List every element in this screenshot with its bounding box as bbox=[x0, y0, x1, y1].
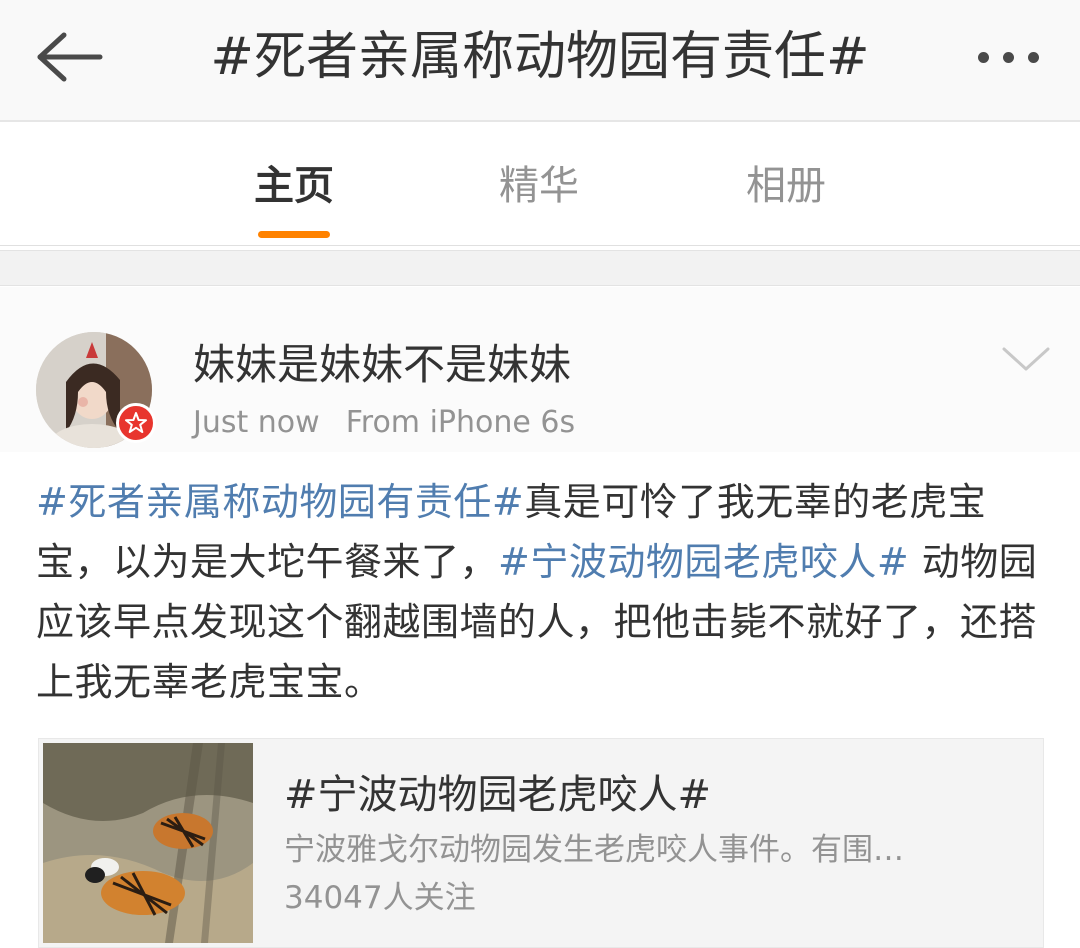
more-dots-icon bbox=[1003, 52, 1014, 63]
tab-album[interactable]: 相册 bbox=[706, 156, 866, 216]
topic-title: #宁波动物园老虎咬人# bbox=[284, 772, 712, 818]
chevron-down-icon bbox=[1002, 347, 1050, 371]
more-button[interactable] bbox=[970, 30, 1050, 84]
more-dots-icon bbox=[978, 52, 989, 63]
page-title: #死者亲属称动物园有责任# bbox=[210, 27, 870, 87]
post-body: #死者亲属称动物园有责任#真是可怜了我无辜的老虎宝宝，以为是大坨午餐来了，#宁波… bbox=[36, 472, 1046, 712]
back-arrow-icon bbox=[37, 32, 103, 82]
topic-followers: 34047人关注 bbox=[284, 880, 476, 916]
topic-thumbnail bbox=[43, 743, 253, 943]
top-bar: #死者亲属称动物园有责任# bbox=[0, 0, 1080, 122]
back-button[interactable] bbox=[30, 25, 110, 89]
username[interactable]: 妹妹是妹妹不是妹妹 bbox=[193, 335, 571, 395]
post-source: From iPhone 6s bbox=[345, 405, 576, 440]
tab-bar: 主页 精华 相册 bbox=[0, 124, 1080, 246]
post-time: Just now bbox=[193, 405, 320, 440]
topic-description: 宁波雅戈尔动物园发生老虎咬人事件。有围… bbox=[284, 832, 904, 868]
verified-badge-icon bbox=[116, 403, 156, 443]
section-divider bbox=[0, 250, 1080, 286]
topic-card[interactable]: #宁波动物园老虎咬人# 宁波雅戈尔动物园发生老虎咬人事件。有围… 34047人关… bbox=[38, 738, 1044, 948]
post-options-button[interactable] bbox=[1000, 339, 1052, 379]
post-header: 妹妹是妹妹不是妹妹 Just now From iPhone 6s bbox=[0, 287, 1080, 452]
hashtag-link[interactable]: #死者亲属称动物园有责任# bbox=[36, 480, 524, 524]
post-meta: Just now From iPhone 6s bbox=[193, 403, 575, 443]
tab-featured[interactable]: 精华 bbox=[459, 156, 619, 216]
hashtag-link[interactable]: #宁波动物园老虎咬人# bbox=[498, 540, 909, 584]
more-dots-icon bbox=[1028, 52, 1039, 63]
active-tab-indicator bbox=[258, 231, 330, 238]
tab-home[interactable]: 主页 bbox=[214, 156, 374, 216]
